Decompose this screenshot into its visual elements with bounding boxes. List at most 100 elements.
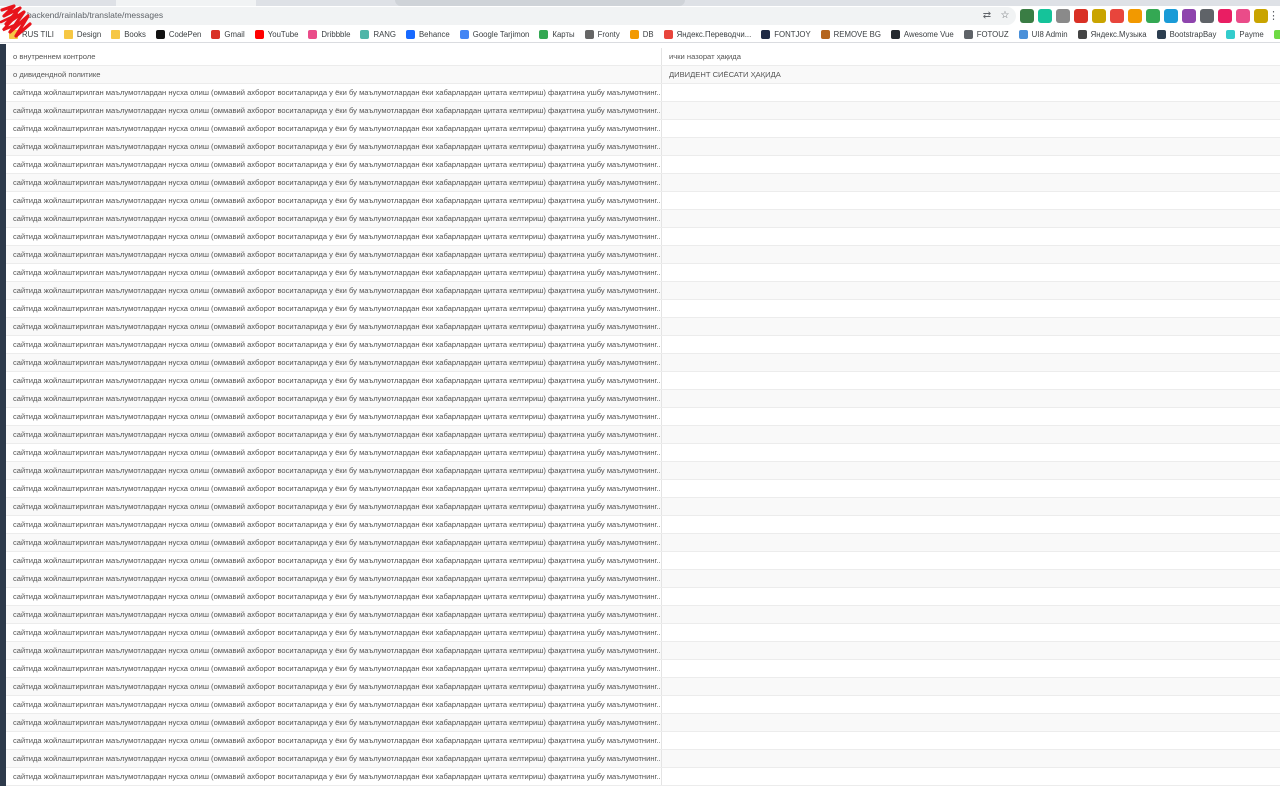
bookmark-item[interactable]: Fronty [580, 27, 625, 42]
translation-cell[interactable] [662, 174, 1280, 191]
bookmark-star-icon[interactable]: ☆ [998, 9, 1012, 23]
translation-cell[interactable] [662, 588, 1280, 605]
bookmark-item[interactable]: REMOVE BG [816, 27, 886, 42]
extension-cube-icon[interactable] [1020, 9, 1034, 23]
address-bar-url[interactable]: backend/rainlab/translate/messages [27, 10, 163, 20]
grammarly-icon[interactable] [1038, 9, 1052, 23]
bookmark-item[interactable]: Awesome Vue [886, 27, 959, 42]
translation-cell[interactable] [662, 624, 1280, 641]
extension-badge-icon[interactable] [1236, 9, 1250, 23]
table-row[interactable]: сайтида жойлаштирилган маълумотлардан ну… [6, 264, 1280, 282]
table-row[interactable]: сайтида жойлаштирилган маълумотлардан ну… [6, 534, 1280, 552]
table-row[interactable]: сайтида жойлаштирилган маълумотлардан ну… [6, 750, 1280, 768]
translation-cell[interactable] [662, 498, 1280, 515]
translation-cell[interactable] [662, 714, 1280, 731]
translation-cell[interactable] [662, 246, 1280, 263]
translation-cell[interactable] [662, 264, 1280, 281]
bookmark-item[interactable]: CodePen [151, 27, 207, 42]
translation-cell[interactable] [662, 192, 1280, 209]
bookmark-item[interactable]: Gmail [206, 27, 249, 42]
translation-cell[interactable] [662, 516, 1280, 533]
bookmark-item[interactable]: Books [106, 27, 151, 42]
extension-blue-icon[interactable] [1200, 9, 1214, 23]
bookmark-item[interactable]: Dribbble [303, 27, 355, 42]
table-row[interactable]: сайтида жойлаштирилган маълумотлардан ну… [6, 732, 1280, 750]
translation-cell[interactable] [662, 300, 1280, 317]
translation-cell[interactable] [662, 552, 1280, 569]
translation-cell[interactable] [662, 444, 1280, 461]
bookmark-item[interactable]: DB [625, 27, 659, 42]
table-row[interactable]: сайтида жойлаштирилган маълумотлардан ну… [6, 678, 1280, 696]
translation-cell[interactable] [662, 318, 1280, 335]
extension-teal-icon[interactable] [1164, 9, 1178, 23]
translate-page-icon[interactable]: ⇄ [980, 9, 994, 23]
bookmark-item[interactable]: UI8 Admin [1014, 27, 1073, 42]
bookmark-item[interactable]: RANG [355, 27, 401, 42]
table-row[interactable]: сайтида жойлаштирилган маълумотлардан ну… [6, 462, 1280, 480]
translation-cell[interactable] [662, 138, 1280, 155]
extension-purple-icon[interactable] [1182, 9, 1196, 23]
translation-cell[interactable] [662, 426, 1280, 443]
translation-cell[interactable] [662, 462, 1280, 479]
translation-cell[interactable] [662, 372, 1280, 389]
table-row[interactable]: сайтида жойлаштирилган маълумотлардан ну… [6, 696, 1280, 714]
extension-green-icon[interactable] [1146, 9, 1160, 23]
table-row[interactable]: сайтида жойлаштирилган маълумотлардан ну… [6, 516, 1280, 534]
bookmark-item[interactable]: Payme [1221, 27, 1268, 42]
table-row[interactable]: сайтида жойлаштирилган маълумотлардан ну… [6, 84, 1280, 102]
translation-cell[interactable] [662, 102, 1280, 119]
table-row[interactable]: сайтида жойлаштирилган маълумотлардан ну… [6, 246, 1280, 264]
translation-cell[interactable] [662, 84, 1280, 101]
table-row[interactable]: сайтида жойлаштирилган маълумотлардан ну… [6, 318, 1280, 336]
table-row[interactable]: сайтида жойлаштирилган маълумотлардан ну… [6, 606, 1280, 624]
bookmark-item[interactable]: Upwork [1269, 27, 1280, 42]
extension-pink-icon[interactable] [1218, 9, 1232, 23]
table-row[interactable]: сайтида жойлаштирилган маълумотлардан ну… [6, 570, 1280, 588]
translation-cell[interactable] [662, 228, 1280, 245]
bookmark-item[interactable]: Google Tarjimon [455, 27, 535, 42]
table-row[interactable]: сайтида жойлаштирилган маълумотлардан ну… [6, 642, 1280, 660]
table-row[interactable]: сайтида жойлаштирилган маълумотлардан ну… [6, 714, 1280, 732]
bookmark-item[interactable]: Карты [534, 27, 579, 42]
table-row[interactable]: сайтида жойлаштирилган маълумотлардан ну… [6, 768, 1280, 786]
table-row[interactable]: сайтида жойлаштирилган маълумотлардан ну… [6, 174, 1280, 192]
translation-cell[interactable] [662, 534, 1280, 551]
table-row[interactable]: сайтида жойлаштирилган маълумотлардан ну… [6, 354, 1280, 372]
translation-cell[interactable] [662, 156, 1280, 173]
translation-cell[interactable] [662, 480, 1280, 497]
translation-cell[interactable] [662, 768, 1280, 785]
table-row[interactable]: сайтида жойлаштирилган маълумотлардан ну… [6, 156, 1280, 174]
translation-cell[interactable]: ички назорат ҳақида [662, 48, 1280, 65]
table-row[interactable]: сайтида жойлаштирилган маълумотлардан ну… [6, 552, 1280, 570]
table-row[interactable]: сайтида жойлаштирилган маълумотлардан ну… [6, 372, 1280, 390]
table-row[interactable]: сайтида жойлаштирилган маълумотлардан ну… [6, 192, 1280, 210]
bookmark-item[interactable]: FOTOUZ [959, 27, 1014, 42]
table-row[interactable]: сайтида жойлаштирилган маълумотлардан ну… [6, 138, 1280, 156]
vpn-icon[interactable] [1056, 9, 1070, 23]
bookmark-item[interactable]: FONTJOY [756, 27, 815, 42]
translation-cell[interactable] [662, 390, 1280, 407]
table-row[interactable]: о внутреннем контроле ички назорат ҳақида [6, 48, 1280, 66]
translation-cell[interactable] [662, 750, 1280, 767]
translation-cell[interactable] [662, 732, 1280, 749]
table-row[interactable]: сайтида жойлаштирилган маълумотлардан ну… [6, 408, 1280, 426]
translation-cell[interactable] [662, 210, 1280, 227]
translation-cell[interactable] [662, 660, 1280, 677]
table-row[interactable]: сайтида жойлаштирилган маълумотлардан ну… [6, 210, 1280, 228]
bookmark-item[interactable]: BootstrapBay [1152, 27, 1222, 42]
table-row[interactable]: сайтида жойлаштирилган маълумотлардан ну… [6, 228, 1280, 246]
extension-red-icon[interactable] [1110, 9, 1124, 23]
translation-cell[interactable] [662, 696, 1280, 713]
table-row[interactable]: о дивидендной политике ДИВИДЕНТ СИЁСАТИ Ҳ… [6, 66, 1280, 84]
bookmark-item[interactable]: Яндекс.Переводчи... [659, 27, 757, 42]
translation-cell[interactable] [662, 678, 1280, 695]
address-bar[interactable]: backend/rainlab/translate/messages ⇄ ☆ [0, 7, 1016, 25]
translation-cell[interactable] [662, 336, 1280, 353]
bookmark-item[interactable]: Яндекс.Музыка [1073, 27, 1152, 42]
table-row[interactable]: сайтида жойлаштирилган маълумотлардан ну… [6, 426, 1280, 444]
bookmark-item[interactable]: YouTube [250, 27, 304, 42]
table-row[interactable]: сайтида жойлаштирилган маълумотлардан ну… [6, 660, 1280, 678]
translation-cell[interactable] [662, 606, 1280, 623]
adblock-icon[interactable] [1074, 9, 1088, 23]
table-row[interactable]: сайтида жойлаштирилган маълумотлардан ну… [6, 444, 1280, 462]
